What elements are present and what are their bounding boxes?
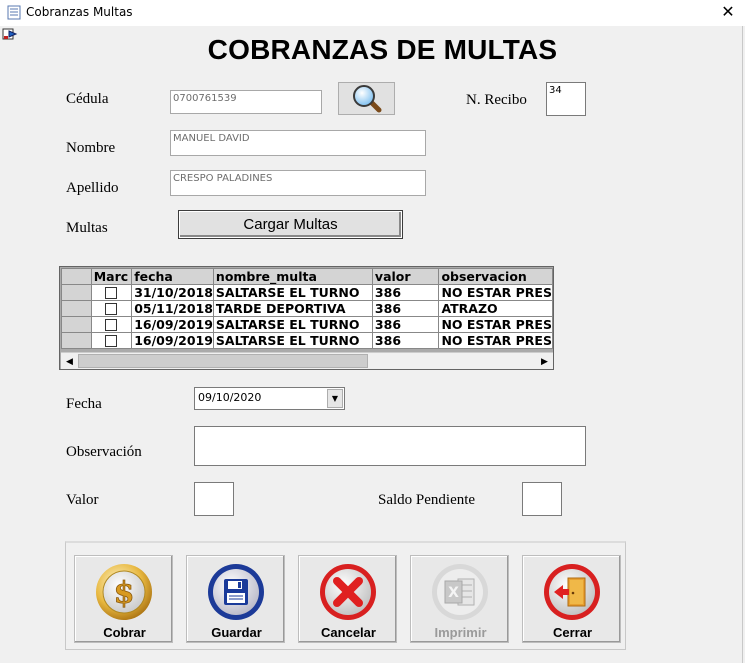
row-checkbox[interactable]: [104, 319, 117, 331]
row-header[interactable]: [61, 284, 92, 301]
cerrar-label: Cerrar: [552, 625, 593, 640]
multas-table: Marc fecha nombre_multa valor observacio…: [61, 268, 553, 349]
cell-valor[interactable]: 386: [371, 284, 440, 301]
svg-text:X: X: [448, 585, 459, 601]
row-checkbox[interactable]: [104, 335, 117, 347]
cell-observacion[interactable]: NO ESTAR PRES: [438, 284, 553, 301]
cancelar-button[interactable]: Cancelar: [298, 555, 397, 643]
row-header[interactable]: [61, 316, 92, 333]
row-checkbox-cell[interactable]: [90, 316, 133, 333]
search-icon: [353, 85, 382, 113]
svg-text:$: $: [114, 576, 135, 611]
recibo-label: N. Recibo: [466, 92, 527, 108]
cell-observacion[interactable]: NO ESTAR PRES: [438, 316, 553, 333]
nombre-input[interactable]: MANUEL DAVID: [170, 130, 426, 156]
cell-nombre-multa[interactable]: SALTARSE EL TURNO: [212, 316, 373, 333]
multas-label: Multas: [66, 220, 108, 236]
cell-fecha[interactable]: 16/09/2019: [131, 316, 214, 333]
column-header-fecha[interactable]: fecha: [131, 268, 214, 285]
cell-nombre-multa[interactable]: SALTARSE EL TURNO: [212, 332, 373, 349]
cell-fecha[interactable]: 16/09/2019: [131, 332, 214, 349]
cargar-multas-button[interactable]: Cargar Multas: [178, 210, 403, 239]
cell-nombre-multa[interactable]: TARDE DEPORTIVA: [212, 300, 373, 317]
control-icon: [2, 28, 18, 40]
row-header[interactable]: [61, 300, 92, 317]
cell-valor[interactable]: 386: [371, 300, 440, 317]
red-x-icon: [320, 564, 376, 620]
saldo-label: Saldo Pendiente: [378, 492, 476, 508]
column-header-observacion[interactable]: observacion: [438, 268, 553, 285]
fecha-label: Fecha: [66, 396, 102, 412]
valor-label: Valor: [66, 492, 99, 508]
cell-fecha[interactable]: 05/11/2018: [131, 300, 214, 317]
row-checkbox-cell[interactable]: [90, 332, 133, 349]
exit-door-icon: [544, 564, 600, 620]
guardar-button[interactable]: Guardar: [186, 555, 285, 643]
grid-header-row: Marc fecha nombre_multa valor observacio…: [61, 268, 553, 285]
row-header[interactable]: [61, 332, 92, 349]
row-checkbox-cell[interactable]: [90, 284, 133, 301]
guardar-label: Guardar: [211, 625, 262, 640]
nombre-label: Nombre: [66, 140, 116, 156]
observacion-input[interactable]: [194, 426, 586, 466]
cobrar-label: Cobrar: [103, 625, 146, 640]
table-row[interactable]: 31/10/2018 SALTARSE EL TURNO 386 NO ESTA…: [61, 284, 553, 301]
excel-icon: X: [432, 564, 488, 620]
window-border: [742, 26, 743, 663]
cell-valor[interactable]: 386: [371, 316, 440, 333]
column-header-valor[interactable]: valor: [371, 268, 440, 285]
dollar-coin-icon: $: [96, 564, 152, 620]
page-title: COBRANZAS DE MULTAS: [207, 34, 558, 65]
cell-valor[interactable]: 386: [371, 332, 440, 349]
scroll-right-icon[interactable]: ▶: [536, 353, 553, 369]
imprimir-label: Imprimir: [434, 625, 487, 640]
cerrar-button[interactable]: Cerrar: [522, 555, 621, 643]
saldo-input[interactable]: [522, 482, 562, 516]
chevron-down-icon[interactable]: ▼: [327, 389, 343, 408]
valor-input[interactable]: [194, 482, 234, 516]
table-row[interactable]: 16/09/2019 SALTARSE EL TURNO 386 NO ESTA…: [61, 316, 553, 333]
cobrar-button[interactable]: $ Cobrar: [74, 555, 173, 643]
imprimir-button[interactable]: X Imprimir: [410, 555, 509, 643]
column-header-marc[interactable]: Marc: [90, 268, 133, 285]
cell-nombre-multa[interactable]: SALTARSE EL TURNO: [212, 284, 373, 301]
close-window-icon[interactable]: ✕: [717, 2, 739, 24]
apellido-label: Apellido: [66, 180, 119, 196]
scroll-left-icon[interactable]: ◀: [61, 353, 78, 369]
fecha-datepicker[interactable]: 09/10/2020 ▼: [194, 387, 345, 410]
action-panel: $ Cobrar Guardar Cancelar X Imprimir Cer…: [65, 541, 626, 650]
search-button[interactable]: [338, 82, 395, 115]
recibo-input[interactable]: 34: [546, 82, 586, 116]
column-header-nombre-multa[interactable]: nombre_multa: [212, 268, 373, 285]
fecha-value: 09/10/2020: [198, 391, 262, 404]
grid-corner-header: [61, 268, 92, 285]
cell-observacion[interactable]: ATRAZO: [438, 300, 553, 317]
floppy-disk-icon: [208, 564, 264, 620]
app-icon: [7, 5, 21, 20]
cell-observacion[interactable]: NO ESTAR PRES: [438, 332, 553, 349]
row-checkbox-cell[interactable]: [90, 300, 133, 317]
cell-fecha[interactable]: 31/10/2018: [131, 284, 214, 301]
cedula-label: Cédula: [66, 91, 109, 107]
table-row[interactable]: 05/11/2018 TARDE DEPORTIVA 386 ATRAZO: [61, 300, 553, 317]
horizontal-scrollbar[interactable]: ◀ ▶: [61, 352, 553, 369]
window-title: Cobranzas Multas: [26, 5, 133, 19]
multas-grid[interactable]: Marc fecha nombre_multa valor observacio…: [59, 266, 554, 370]
observacion-label: Observación: [66, 444, 142, 460]
scroll-thumb[interactable]: [78, 354, 368, 368]
apellido-input[interactable]: CRESPO PALADINES: [170, 170, 426, 196]
row-checkbox[interactable]: [104, 303, 117, 315]
table-row[interactable]: 16/09/2019 SALTARSE EL TURNO 386 NO ESTA…: [61, 332, 553, 349]
cedula-input[interactable]: 0700761539: [170, 90, 322, 114]
row-checkbox[interactable]: [104, 287, 117, 299]
cancelar-label: Cancelar: [321, 625, 376, 640]
